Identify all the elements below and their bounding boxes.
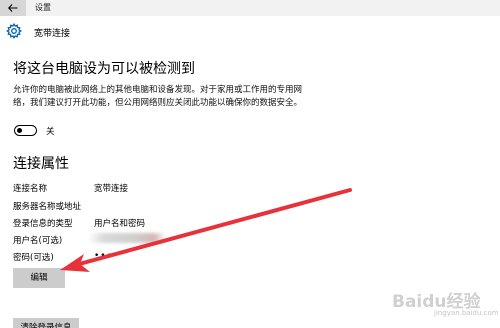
toggle-state-label: 关 [46, 127, 55, 137]
edit-button[interactable]: 编辑 [13, 268, 65, 288]
window-title: 设置 [35, 3, 51, 12]
back-arrow-icon [8, 4, 18, 12]
connection-name-label: 连接名称 [13, 184, 48, 194]
title-bar: 设置 [0, 0, 500, 16]
connection-name-value: 宽带连接 [94, 184, 129, 194]
discovery-description: 允许你的电脑被此网络上的其他电脑和设备发现。对于家用或工作用的专用网络，我们建议… [13, 85, 303, 108]
password-label: 密码(可选) [13, 253, 54, 263]
discovery-heading: 将这台电脑设为可以被检测到 [13, 61, 195, 77]
password-value: •••• [94, 251, 120, 261]
watermark-url: jingyan.baidu.com [434, 309, 499, 317]
discovery-toggle[interactable] [14, 125, 37, 136]
login-type-value: 用户名和密码 [94, 219, 146, 229]
page-title: 宽带连接 [34, 29, 71, 39]
login-type-label: 登录信息的类型 [13, 219, 73, 229]
baidu-watermark: Baidu经验 jingyan.baidu.com [382, 283, 499, 323]
page-header: 宽带连接 [0, 16, 500, 46]
server-address-label: 服务器名称或地址 [13, 202, 82, 212]
toggle-knob [17, 127, 22, 133]
username-value-redacted [88, 233, 166, 243]
username-label: 用户名(可选) [13, 236, 63, 246]
clear-login-button[interactable]: 清除登录信息 [13, 318, 79, 328]
properties-heading: 连接属性 [13, 156, 69, 172]
gear-icon [6, 23, 22, 39]
back-button[interactable] [0, 0, 26, 16]
annotation-arrow [60, 188, 352, 272]
